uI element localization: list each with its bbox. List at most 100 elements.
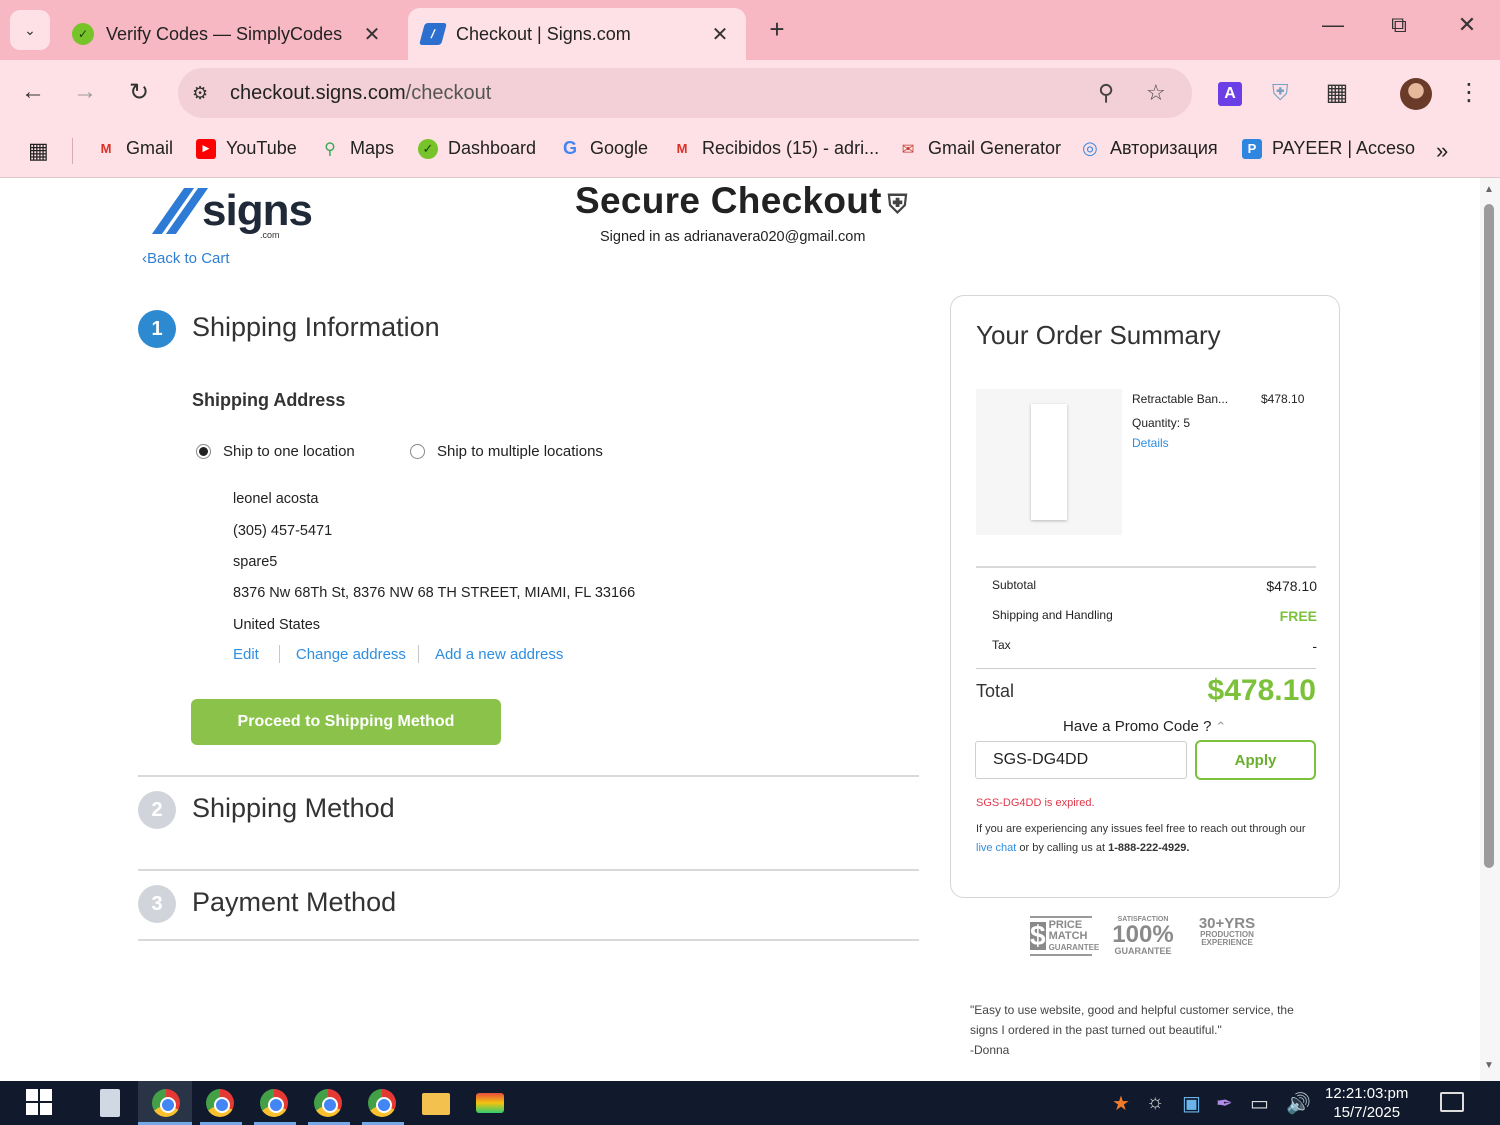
badge-text: MATCH bbox=[1048, 929, 1088, 942]
zoom-search-icon[interactable]: ⚲ bbox=[1098, 80, 1114, 106]
bookmark-auth[interactable]: ◎ Авторизация bbox=[1080, 138, 1218, 159]
apps-grid-icon[interactable]: ▦ bbox=[28, 138, 49, 164]
forward-arrow-icon[interactable]: → bbox=[70, 78, 100, 106]
address-name: leonel acosta bbox=[233, 491, 319, 507]
tray-app-icon[interactable]: ★ bbox=[1112, 1091, 1130, 1116]
tray-wifi-off-icon[interactable]: ☼ bbox=[1146, 1091, 1164, 1114]
bookmark-gmail[interactable]: M Gmail bbox=[96, 138, 173, 159]
bookmark-dashboard[interactable]: ✓ Dashboard bbox=[418, 138, 536, 159]
chrome-icon[interactable] bbox=[206, 1089, 234, 1117]
volume-icon[interactable]: 🔊 bbox=[1286, 1091, 1311, 1116]
url-text[interactable]: checkout.signs.com/checkout bbox=[230, 82, 491, 105]
youtube-icon: ▶ bbox=[196, 138, 216, 159]
site-settings-icon[interactable]: ⚙ bbox=[192, 83, 218, 104]
change-address-link[interactable]: Change address bbox=[296, 646, 406, 663]
back-link-label: Back to Cart bbox=[147, 250, 230, 267]
extensions-puzzle-icon[interactable]: ▦ bbox=[1322, 78, 1352, 107]
tray-display-icon[interactable]: ▭ bbox=[1250, 1091, 1269, 1116]
step-2-title[interactable]: Shipping Method bbox=[192, 793, 395, 824]
item-quantity: Quantity: 5 bbox=[1132, 416, 1191, 430]
tab-checkout[interactable]: / Checkout | Signs.com ✕ bbox=[408, 8, 746, 60]
notification-center-icon[interactable] bbox=[1440, 1092, 1464, 1112]
scroll-up-icon[interactable]: ▲ bbox=[1484, 184, 1494, 195]
bookmark-star-icon[interactable]: ☆ bbox=[1146, 80, 1166, 106]
chrome-icon[interactable] bbox=[314, 1089, 342, 1117]
tray-pen-icon[interactable]: ✒ bbox=[1216, 1091, 1233, 1116]
extension-shield-icon[interactable]: ⛨ bbox=[1272, 80, 1296, 106]
close-tab-icon[interactable]: ✕ bbox=[360, 22, 384, 47]
bookmark-label: Авторизация bbox=[1110, 138, 1218, 158]
windows-start-icon[interactable] bbox=[26, 1089, 54, 1117]
bookmark-google[interactable]: G Google bbox=[560, 138, 648, 159]
file-explorer-icon[interactable] bbox=[422, 1093, 450, 1115]
tab-simplycodes[interactable]: ✓ Verify Codes — SimplyCodes ✕ bbox=[58, 8, 398, 60]
chrome-icon[interactable] bbox=[152, 1089, 180, 1117]
new-tab-icon[interactable]: + bbox=[762, 14, 792, 45]
bookmark-maps[interactable]: ⚲ Maps bbox=[320, 138, 394, 159]
chrome-icon[interactable] bbox=[260, 1089, 288, 1117]
back-to-cart-link[interactable]: ‹Back to Cart bbox=[142, 250, 230, 267]
promo-code-input[interactable] bbox=[975, 741, 1187, 779]
item-name: Retractable Ban... bbox=[1132, 392, 1229, 406]
gmail-icon: M bbox=[100, 141, 112, 156]
more-menu-icon[interactable]: ⋮ bbox=[1454, 78, 1484, 107]
shield-icon: ⛨ bbox=[887, 189, 908, 219]
total-row: Total $478.10 bbox=[976, 674, 1316, 708]
shipping-row: Shipping and Handling FREE bbox=[992, 608, 1317, 624]
calculator-icon[interactable] bbox=[100, 1089, 120, 1117]
item-details-link[interactable]: Details bbox=[1132, 436, 1169, 450]
help-text: If you are experiencing any issues feel … bbox=[976, 820, 1316, 858]
ship-one-location-radio[interactable]: Ship to one location bbox=[196, 443, 355, 460]
product-thumbnail[interactable] bbox=[976, 389, 1122, 535]
taskbar-clock[interactable]: 12:21:03:pm 15/7/2025 bbox=[1325, 1084, 1408, 1122]
minimize-icon[interactable]: — bbox=[1318, 12, 1348, 38]
step-1-badge: 1 bbox=[138, 310, 176, 348]
profile-avatar[interactable] bbox=[1400, 78, 1432, 110]
chrome-icon[interactable] bbox=[368, 1089, 396, 1117]
page-scrollbar[interactable]: ▲ ▼ bbox=[1480, 178, 1500, 1081]
extension-a-icon[interactable]: A bbox=[1218, 82, 1242, 106]
close-tab-icon[interactable]: ✕ bbox=[708, 22, 732, 47]
more-bookmarks-icon[interactable]: » bbox=[1436, 138, 1448, 164]
bookmark-gmail-generator[interactable]: ✉ Gmail Generator bbox=[898, 138, 1061, 159]
tab-title: Checkout | Signs.com bbox=[456, 23, 631, 44]
summary-divider bbox=[976, 668, 1316, 669]
item-price: $478.10 bbox=[1261, 392, 1305, 406]
section-divider bbox=[138, 775, 919, 777]
promo-code-toggle[interactable]: Have a Promo Code ? ⌃ bbox=[1063, 718, 1226, 735]
bookmark-label: Google bbox=[590, 138, 649, 158]
customer-testimonial: "Easy to use website, good and helpful c… bbox=[970, 1000, 1320, 1060]
order-summary-heading: Your Order Summary bbox=[976, 320, 1221, 350]
address-bar[interactable]: ⚙ checkout.signs.com/checkout ⚲ ☆ bbox=[178, 68, 1192, 118]
step-1-title[interactable]: Shipping Information bbox=[192, 312, 440, 343]
apply-promo-button[interactable]: Apply bbox=[1195, 740, 1316, 780]
signs-logo[interactable]: signs .com bbox=[151, 186, 313, 240]
subtotal-label: Subtotal bbox=[992, 578, 1037, 592]
restore-icon[interactable]: ⧉ bbox=[1384, 12, 1414, 38]
bookmark-payeer[interactable]: P PAYEER | Acceso bbox=[1242, 138, 1415, 159]
close-window-icon[interactable]: ✕ bbox=[1452, 12, 1482, 38]
proceed-to-shipping-method-button[interactable]: Proceed to Shipping Method bbox=[191, 699, 501, 745]
testimonial-author: -Donna bbox=[970, 1043, 1010, 1057]
stack-app-icon[interactable] bbox=[476, 1093, 504, 1113]
tray-network-icon[interactable]: ▣ bbox=[1182, 1091, 1201, 1116]
reload-icon[interactable]: ↻ bbox=[124, 78, 154, 107]
bookmark-label: Gmail Generator bbox=[928, 138, 1062, 158]
live-chat-link[interactable]: live chat bbox=[976, 842, 1016, 854]
ship-multiple-locations-radio[interactable]: Ship to multiple locations bbox=[410, 443, 603, 460]
tab-search-button[interactable]: ⌄ bbox=[10, 10, 50, 50]
bookmark-label: YouTube bbox=[226, 138, 297, 158]
testimonial-quote: "Easy to use website, good and helpful c… bbox=[970, 1003, 1294, 1037]
bookmarks-divider bbox=[72, 138, 73, 164]
scrollbar-thumb[interactable] bbox=[1484, 204, 1494, 868]
bookmark-recibidos[interactable]: M Recibidos (15) - adri... bbox=[672, 138, 880, 159]
add-new-address-link[interactable]: Add a new address bbox=[435, 646, 563, 663]
step-3-title[interactable]: Payment Method bbox=[192, 887, 396, 918]
help-prefix: If you are experiencing any issues feel … bbox=[976, 823, 1306, 835]
help-middle: or by calling us at bbox=[1019, 842, 1106, 854]
scroll-down-icon[interactable]: ▼ bbox=[1484, 1060, 1494, 1071]
bookmark-youtube[interactable]: ▶ YouTube bbox=[196, 138, 297, 159]
back-arrow-icon[interactable]: ← bbox=[18, 78, 48, 106]
address-street: 8376 Nw 68Th St, 8376 NW 68 TH STREET, M… bbox=[233, 585, 636, 601]
edit-address-link[interactable]: Edit bbox=[233, 646, 259, 663]
